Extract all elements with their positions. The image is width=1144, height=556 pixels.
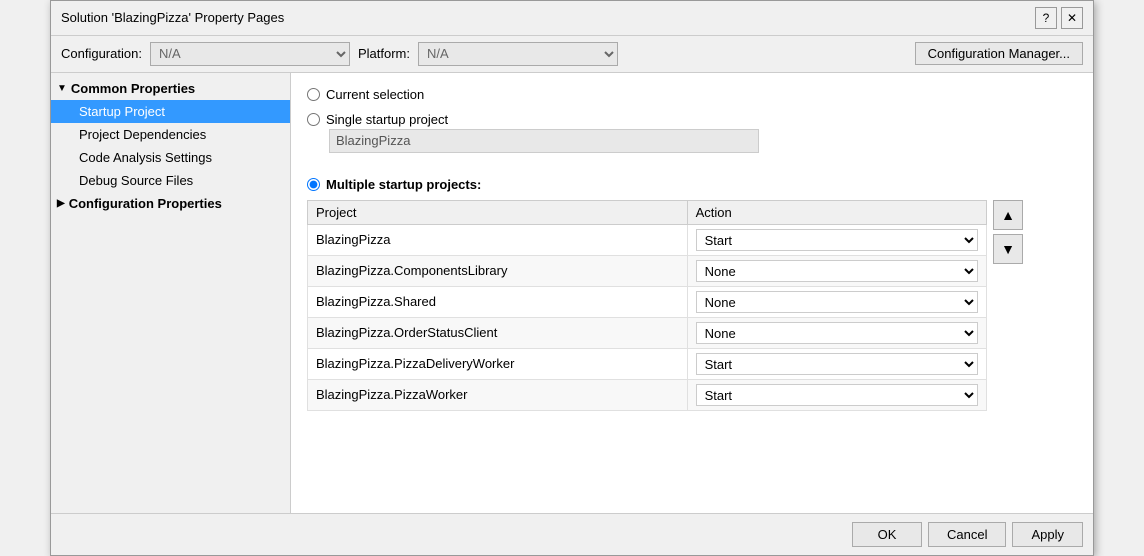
table-row: BlazingPizza.PizzaWorker NoneStartStart w… xyxy=(308,379,987,410)
single-startup-row: Single startup project xyxy=(307,112,1077,127)
main-panel: Current selection Single startup project xyxy=(291,73,1093,513)
title-bar-buttons: ? ✕ xyxy=(1035,7,1083,29)
action-cell: NoneStartStart without debugging xyxy=(687,317,986,348)
config-properties-label: Configuration Properties xyxy=(69,196,222,211)
table-row: BlazingPizza.OrderStatusClient NoneStartS… xyxy=(308,317,987,348)
sidebar-item-code-analysis[interactable]: Code Analysis Settings xyxy=(51,146,290,169)
move-up-button[interactable]: ▲ xyxy=(993,200,1023,230)
sidebar-item-debug-source-label: Debug Source Files xyxy=(79,173,193,188)
action-select[interactable]: NoneStartStart without debugging xyxy=(696,384,978,406)
sidebar-item-dependencies-label: Project Dependencies xyxy=(79,127,206,142)
sidebar-item-project-dependencies[interactable]: Project Dependencies xyxy=(51,123,290,146)
table-row: BlazingPizza.Shared NoneStartStart withou… xyxy=(308,286,987,317)
project-cell: BlazingPizza.Shared xyxy=(308,286,688,317)
table-row: BlazingPizza NoneStartStart without debug… xyxy=(308,224,987,255)
single-project-input[interactable] xyxy=(329,129,759,153)
action-select[interactable]: NoneStartStart without debugging xyxy=(696,353,978,375)
action-cell: NoneStartStart without debugging xyxy=(687,379,986,410)
project-cell: BlazingPizza xyxy=(308,224,688,255)
apply-button[interactable]: Apply xyxy=(1012,522,1083,547)
table-row: BlazingPizza.ComponentsLibrary NoneStartS… xyxy=(308,255,987,286)
single-project-input-wrapper xyxy=(329,129,1077,153)
single-startup-radio[interactable] xyxy=(307,113,320,126)
platform-label: Platform: xyxy=(358,46,410,61)
action-cell: NoneStartStart without debugging xyxy=(687,286,986,317)
ok-button[interactable]: OK xyxy=(852,522,922,547)
configuration-select[interactable]: N/A xyxy=(150,42,350,66)
dialog-title: Solution 'BlazingPizza' Property Pages xyxy=(61,10,284,25)
multiple-startup-row: Multiple startup projects: xyxy=(307,177,1077,192)
project-cell: BlazingPizza.PizzaDeliveryWorker xyxy=(308,348,688,379)
config-manager-button[interactable]: Configuration Manager... xyxy=(915,42,1083,65)
property-pages-dialog: Solution 'BlazingPizza' Property Pages ?… xyxy=(50,0,1094,556)
config-bar: Configuration: N/A Platform: N/A Configu… xyxy=(51,36,1093,73)
current-selection-row: Current selection xyxy=(307,87,1077,102)
single-startup-group: Single startup project xyxy=(307,112,1077,153)
help-button[interactable]: ? xyxy=(1035,7,1057,29)
sidebar-item-code-analysis-label: Code Analysis Settings xyxy=(79,150,212,165)
common-properties-triangle: ▼ xyxy=(57,83,67,94)
config-properties-triangle: ▶ xyxy=(57,198,65,209)
bottom-buttons: OK Cancel Apply xyxy=(51,513,1093,555)
startup-options: Current selection Single startup project xyxy=(307,87,1077,411)
move-down-button[interactable]: ▼ xyxy=(993,234,1023,264)
project-cell: BlazingPizza.ComponentsLibrary xyxy=(308,255,688,286)
current-selection-label: Current selection xyxy=(326,87,424,102)
action-cell: NoneStartStart without debugging xyxy=(687,224,986,255)
projects-table: Project Action BlazingPizza NoneStartStar… xyxy=(307,200,987,411)
action-select[interactable]: NoneStartStart without debugging xyxy=(696,291,978,313)
common-properties-label: Common Properties xyxy=(71,81,195,96)
multiple-startup-label: Multiple startup projects: xyxy=(326,177,481,192)
multiple-startup-section: Multiple startup projects: Project Actio… xyxy=(307,177,1077,411)
multiple-startup-radio[interactable] xyxy=(307,178,320,191)
title-bar: Solution 'BlazingPizza' Property Pages ?… xyxy=(51,1,1093,36)
table-move-buttons: ▲ ▼ xyxy=(993,200,1023,264)
action-select[interactable]: NoneStartStart without debugging xyxy=(696,260,978,282)
projects-table-wrapper: Project Action BlazingPizza NoneStartStar… xyxy=(307,200,1077,411)
sidebar-item-startup-label: Startup Project xyxy=(79,104,165,119)
action-cell: NoneStartStart without debugging xyxy=(687,255,986,286)
project-col-header: Project xyxy=(308,200,688,224)
action-col-header: Action xyxy=(687,200,986,224)
configuration-properties-group[interactable]: ▶ Configuration Properties xyxy=(51,192,290,215)
close-button[interactable]: ✕ xyxy=(1061,7,1083,29)
action-select[interactable]: NoneStartStart without debugging xyxy=(696,322,978,344)
action-cell: NoneStartStart without debugging xyxy=(687,348,986,379)
project-cell: BlazingPizza.OrderStatusClient xyxy=(308,317,688,348)
action-select[interactable]: NoneStartStart without debugging xyxy=(696,229,978,251)
common-properties-group[interactable]: ▼ Common Properties xyxy=(51,77,290,100)
sidebar-item-startup-project[interactable]: Startup Project xyxy=(51,100,290,123)
table-row: BlazingPizza.PizzaDeliveryWorker NoneStar… xyxy=(308,348,987,379)
project-cell: BlazingPizza.PizzaWorker xyxy=(308,379,688,410)
current-selection-radio[interactable] xyxy=(307,88,320,101)
platform-select[interactable]: N/A xyxy=(418,42,618,66)
cancel-button[interactable]: Cancel xyxy=(928,522,1006,547)
sidebar-item-debug-source[interactable]: Debug Source Files xyxy=(51,169,290,192)
configuration-label: Configuration: xyxy=(61,46,142,61)
sidebar: ▼ Common Properties Startup Project Proj… xyxy=(51,73,291,513)
single-startup-label: Single startup project xyxy=(326,112,448,127)
content-area: ▼ Common Properties Startup Project Proj… xyxy=(51,73,1093,513)
